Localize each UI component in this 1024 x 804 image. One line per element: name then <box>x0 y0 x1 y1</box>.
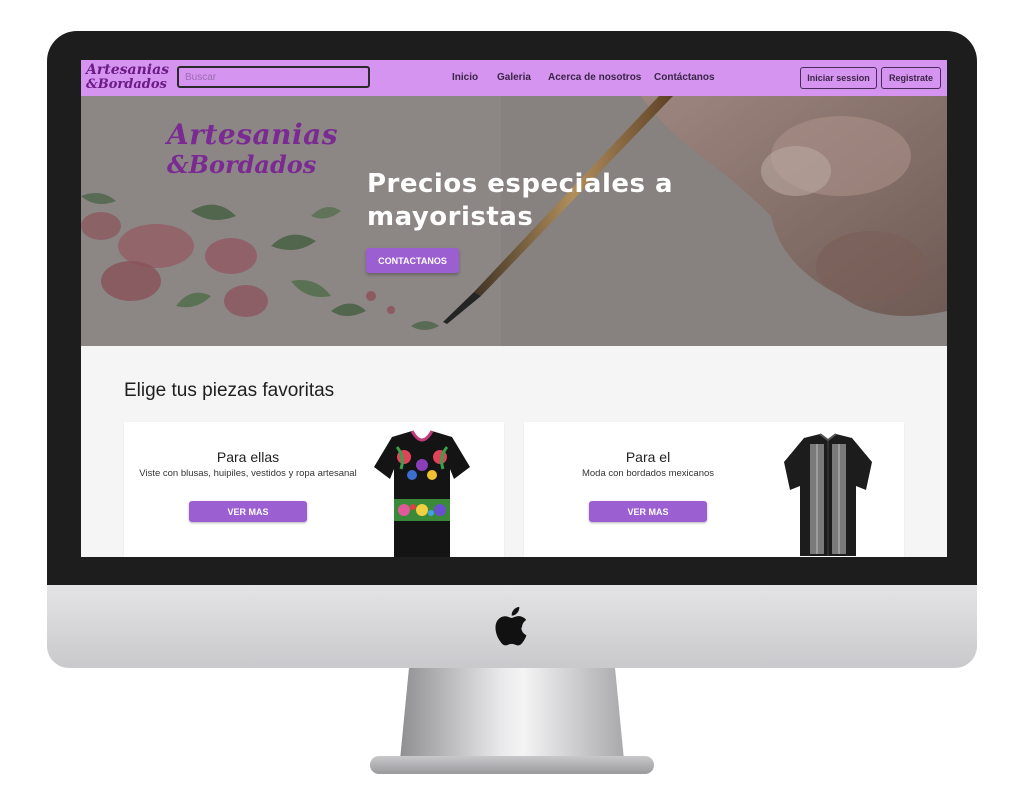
product-card-el[interactable]: Para el Moda con bordados mexicanos VER … <box>524 422 904 557</box>
card-subtitle: Viste con blusas, huipiles, vestidos y r… <box>139 468 357 479</box>
nav-link-inicio[interactable]: Inicio <box>452 72 478 83</box>
search-input[interactable] <box>177 66 370 88</box>
card-subtitle: Moda con bordados mexicanos <box>581 468 715 479</box>
logo-line-1: Artesanias <box>86 62 170 78</box>
nav-link-acerca[interactable]: Acerca de nosotros <box>548 72 641 83</box>
navbar: Artesanias &Bordados Inicio Galeria Acer… <box>81 60 947 97</box>
nav-link-contacto[interactable]: Contáctanos <box>654 72 715 83</box>
website-screen: Artesanias &Bordados Inicio Galeria Acer… <box>81 60 947 557</box>
product-card-ellas[interactable]: Para ellas Viste con blusas, huipiles, v… <box>124 422 504 557</box>
ver-mas-button-ellas[interactable]: VER MAS <box>189 501 307 522</box>
monitor-stand-base <box>370 756 654 774</box>
hero-logo-line-1: Artesanias <box>167 118 339 151</box>
nav-link-galeria[interactable]: Galeria <box>497 72 531 83</box>
card-title: Para el <box>625 449 671 465</box>
site-logo[interactable]: Artesanias &Bordados <box>86 61 170 95</box>
hero-logo: Artesanias &Bordados <box>167 118 338 188</box>
blouse-image <box>374 430 470 557</box>
login-button[interactable]: Iniciar session <box>800 67 877 89</box>
apple-logo-icon <box>495 606 527 646</box>
section-title: Elige tus piezas favoritas <box>124 380 335 401</box>
hero-logo-line-2: &Bordados <box>167 150 317 179</box>
monitor-stand-neck <box>400 668 624 760</box>
hero-banner: Artesanias &Bordados Precios especiales … <box>81 96 947 346</box>
hero-contact-button[interactable]: CONTACTANOS <box>366 248 459 273</box>
hero-title: Precios especiales a mayoristas <box>367 169 674 232</box>
ver-mas-button-el[interactable]: VER MAS <box>589 501 707 522</box>
shirt-image <box>784 433 872 556</box>
card-title: Para ellas <box>216 449 280 465</box>
logo-line-2: &Bordados <box>86 77 167 92</box>
register-button[interactable]: Registrate <box>881 67 941 89</box>
